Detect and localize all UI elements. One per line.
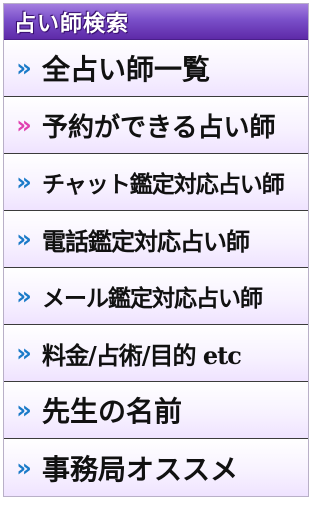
chevron-right-icon: »	[16, 339, 32, 367]
menu-item-label: 先生の名前	[42, 395, 183, 428]
menu-item-office-recommended[interactable]: » 事務局オススメ	[4, 439, 308, 496]
menu-item-label: 事務局オススメ	[42, 452, 239, 486]
menu-item-teacher-name[interactable]: » 先生の名前	[4, 382, 308, 439]
menu-item-label: 全占い師一覧	[42, 53, 211, 86]
menu-item-phone-reading[interactable]: » 電話鑑定対応占い師	[4, 211, 308, 268]
menu-item-label: メール鑑定対応占い師	[42, 285, 263, 312]
menu-item-email-reading[interactable]: » メール鑑定対応占い師	[4, 268, 308, 325]
panel-header: 占い師検索	[4, 4, 308, 40]
chevron-right-icon: »	[16, 396, 32, 424]
fortune-teller-search-panel: 占い師検索 » 全占い師一覧 » 予約ができる占い師 » チャット鑑定対応占い師…	[3, 3, 309, 497]
menu-item-label: チャット鑑定対応占い師	[42, 171, 285, 198]
chevron-right-icon: »	[16, 168, 32, 196]
menu-item-label: 予約ができる占い師	[42, 112, 276, 143]
menu-item-label: 料金/占術/目的 etc	[42, 340, 242, 370]
chevron-right-icon: »	[16, 282, 32, 310]
search-menu: » 全占い師一覧 » 予約ができる占い師 » チャット鑑定対応占い師 » 電話鑑…	[4, 40, 308, 496]
chevron-right-icon: »	[16, 225, 32, 253]
panel-title: 占い師検索	[14, 11, 130, 37]
menu-item-all-fortune-tellers[interactable]: » 全占い師一覧	[4, 40, 308, 97]
chevron-right-icon: »	[16, 54, 32, 82]
chevron-right-icon: »	[16, 453, 32, 482]
chevron-right-icon: »	[16, 111, 32, 139]
menu-item-chat-reading[interactable]: » チャット鑑定対応占い師	[4, 154, 308, 211]
menu-item-label: 電話鑑定対応占い師	[42, 226, 250, 256]
menu-item-reservable[interactable]: » 予約ができる占い師	[4, 97, 308, 154]
menu-item-price-method-purpose[interactable]: » 料金/占術/目的 etc	[4, 325, 308, 382]
